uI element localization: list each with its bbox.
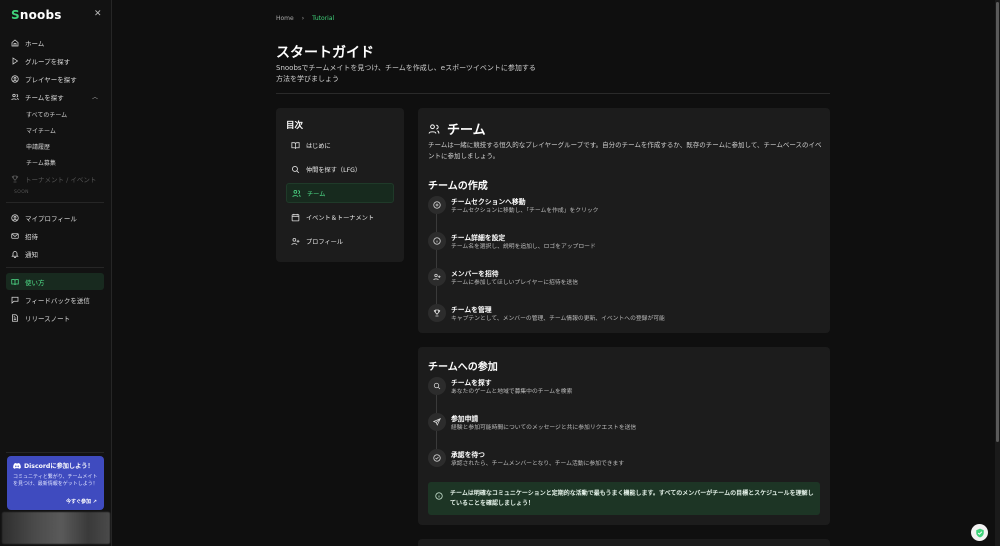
book-open-icon bbox=[291, 141, 300, 149]
user-circle-icon bbox=[11, 213, 19, 222]
message-square-icon bbox=[11, 296, 19, 304]
trophy-icon bbox=[433, 309, 441, 317]
user-circle-icon bbox=[11, 74, 19, 83]
sidebar: Snoobs ✕ ホーム グループを探す プレイヤーを探す チームを探す ︿ す… bbox=[0, 0, 112, 546]
sidebar-item-release-notes[interactable]: リリースノート bbox=[6, 309, 104, 326]
info-icon bbox=[435, 492, 443, 500]
sidebar-divider bbox=[6, 452, 104, 453]
toc-item-events[interactable]: イベント＆トーナメント bbox=[286, 207, 394, 227]
sidebar-divider bbox=[6, 202, 104, 203]
security-shield-icon[interactable] bbox=[971, 524, 988, 541]
toc-item-lfg[interactable]: 仲間を探す（LFG） bbox=[286, 159, 394, 179]
breadcrumb-home[interactable]: Home bbox=[276, 15, 294, 22]
join-team-card: チームへの参加 チームを探す あなたのゲームと地域で募集中のチームを検索 参加申… bbox=[418, 347, 830, 525]
discord-desc: コミュニティと繋がり、チームメイトを見つけ、最新情報をゲットしよう！ bbox=[13, 474, 98, 487]
sidebar-divider bbox=[6, 267, 104, 268]
discord-icon bbox=[13, 462, 21, 469]
join-step: 承認を待つ 承認されたら、チームメンバーとなり、チーム活動に参加できます bbox=[428, 449, 823, 469]
file-text-icon bbox=[12, 313, 18, 322]
table-of-contents: 目次 はじめに 仲間を探す（LFG） チーム イベント＆トーナメント プロフィー… bbox=[276, 108, 404, 262]
toc-item-profile[interactable]: プロフィール bbox=[286, 231, 394, 251]
users-icon bbox=[292, 189, 301, 197]
sidebar-item-my-profile[interactable]: マイプロフィール bbox=[6, 209, 104, 226]
join-step: 参加申請 経験と参加可能時間についてのメッセージと共に参加リクエストを送信 bbox=[428, 413, 823, 433]
breadcrumb: Home › Tutorial bbox=[276, 15, 334, 22]
sidebar-subitem-applications[interactable]: 申請履歴 bbox=[26, 142, 50, 151]
sidebar-subitem-my-teams[interactable]: マイチーム bbox=[26, 126, 56, 135]
sidebar-item-tournaments: トーナメント / イベント bbox=[6, 170, 104, 187]
scrollbar-thumb[interactable] bbox=[996, 2, 999, 442]
sidebar-item-find-groups[interactable]: グループを探す bbox=[6, 52, 104, 69]
user-card[interactable] bbox=[2, 512, 110, 544]
search-icon bbox=[433, 382, 441, 390]
trophy-icon bbox=[11, 175, 19, 182]
page-description: Snoobsでチームメイトを見つけ、チームを作成し、eスポーツイベントに参加する… bbox=[276, 64, 536, 83]
sidebar-subitem-all-teams[interactable]: すべてのチーム bbox=[26, 110, 67, 119]
team-section-title: チーム bbox=[428, 119, 486, 138]
next-section-card bbox=[418, 539, 830, 546]
create-step: チームセクションへ移動 チームセクションに移動し、「チームを作成」をクリック bbox=[428, 196, 823, 216]
sidebar-item-feedback[interactable]: フィードバックを送信 bbox=[6, 291, 104, 308]
sidebar-item-notifications[interactable]: 通知 bbox=[6, 245, 104, 262]
create-step: メンバーを招待 チームに参加してほしいプレイヤーに招待を送信 bbox=[428, 268, 823, 288]
sidebar-subitem-recruiting[interactable]: チーム募集 bbox=[26, 158, 56, 167]
plus-circle-icon bbox=[433, 201, 441, 209]
toc-title: 目次 bbox=[286, 121, 304, 131]
bell-icon bbox=[11, 250, 19, 258]
team-section-description: チームは一緒に競技する恒久的なプレイヤーグループです。自分のチームを作成するか、… bbox=[428, 141, 822, 160]
users-icon bbox=[428, 123, 440, 134]
shield-check-icon bbox=[975, 528, 984, 537]
create-step: チーム詳細を設定 チーム名を選択し、説明を追加し、ロゴをアップロード bbox=[428, 232, 823, 252]
info-icon bbox=[433, 237, 441, 245]
page-scrollbar[interactable] bbox=[995, 0, 1000, 546]
book-open-icon bbox=[11, 278, 19, 285]
sidebar-item-find-teams[interactable]: チームを探す ︿ bbox=[6, 88, 104, 105]
user-plus-icon bbox=[291, 237, 300, 245]
discord-join-link[interactable]: 今すぐ参加 ↗ bbox=[66, 498, 97, 505]
soon-badge: SOON bbox=[14, 190, 29, 195]
external-link-icon: ↗ bbox=[92, 499, 97, 505]
send-icon bbox=[433, 418, 441, 426]
sidebar-item-find-players[interactable]: プレイヤーを探す bbox=[6, 70, 104, 87]
chevron-up-icon[interactable]: ︿ bbox=[92, 92, 98, 101]
join-step: チームを探す あなたのゲームと地域で募集中のチームを検索 bbox=[428, 377, 823, 397]
home-icon bbox=[11, 39, 19, 46]
breadcrumb-current: Tutorial bbox=[312, 15, 335, 22]
mail-icon bbox=[11, 232, 19, 239]
header-divider bbox=[276, 93, 830, 94]
users-icon bbox=[11, 93, 19, 100]
sidebar-item-how-to[interactable]: 使い方 bbox=[6, 273, 104, 290]
breadcrumb-separator: › bbox=[301, 15, 305, 22]
create-team-heading: チームの作成 bbox=[428, 181, 488, 192]
close-sidebar-icon[interactable]: ✕ bbox=[94, 9, 102, 19]
create-step: チームを管理 キャプテンとして、メンバーの管理、チーム情報の更新、イベントへの登… bbox=[428, 304, 823, 324]
join-team-heading: チームへの参加 bbox=[428, 362, 498, 373]
team-section-card: チーム チームは一緒に競技する恒久的なプレイヤーグループです。自分のチームを作成… bbox=[418, 108, 830, 333]
team-tip-note: チームは明確なコミュニケーションと定期的な活動で最もうまく機能します。すべてのメ… bbox=[428, 482, 820, 515]
search-icon bbox=[291, 165, 300, 173]
discord-title: Discordに参加しよう！ bbox=[24, 463, 94, 470]
toc-item-intro[interactable]: はじめに bbox=[286, 135, 394, 155]
steps-connector bbox=[436, 206, 437, 314]
sidebar-item-invites[interactable]: 招待 bbox=[6, 227, 104, 244]
play-icon bbox=[12, 56, 19, 65]
page-title: スタートガイド bbox=[276, 45, 374, 61]
toc-item-teams[interactable]: チーム bbox=[286, 183, 394, 203]
calendar-icon bbox=[291, 213, 300, 221]
discord-banner[interactable]: Discordに参加しよう！ コミュニティと繋がり、チームメイトを見つけ、最新情… bbox=[7, 456, 104, 510]
sidebar-item-home[interactable]: ホーム bbox=[6, 34, 104, 51]
user-plus-icon bbox=[433, 273, 441, 281]
app-logo[interactable]: Snoobs bbox=[11, 8, 62, 22]
check-circle-icon bbox=[433, 454, 441, 462]
